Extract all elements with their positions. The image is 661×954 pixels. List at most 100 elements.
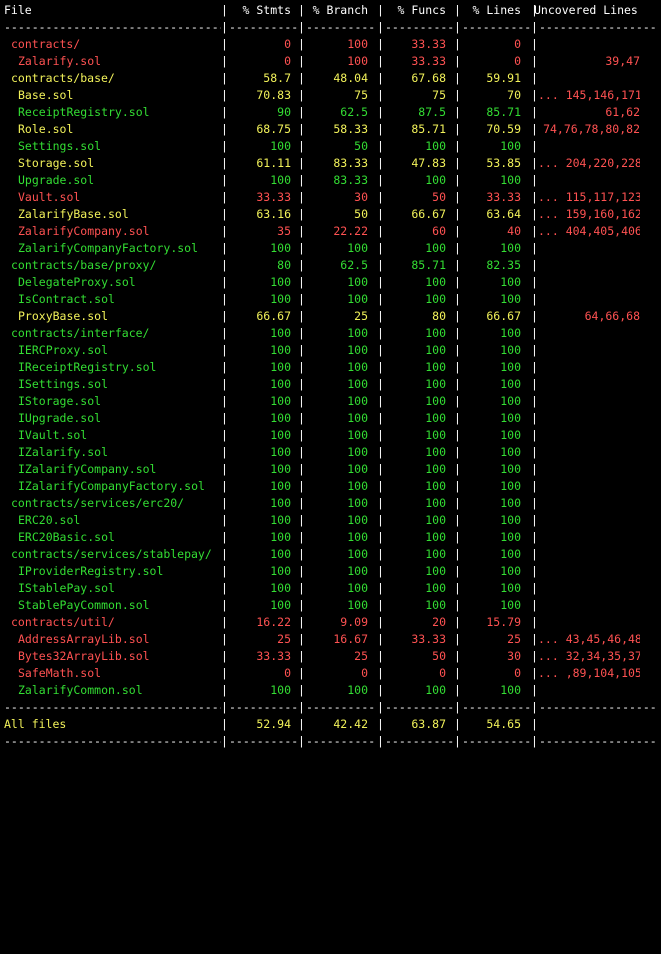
lines-value: 100 xyxy=(500,326,521,340)
file-name: ERC20Basic.sol xyxy=(18,530,115,544)
file-row: SafeMath.sol | 0 | 0 | 0 | 0 |... ,89,104,105 xyxy=(0,665,661,682)
file-row: ZalarifyBase.sol | 63.16 | 50 | 66.67 | 63.64 |..… xyxy=(0,206,661,223)
uncovered-lines xyxy=(538,342,640,359)
funcs-value: 100 xyxy=(425,411,446,425)
funcs-value: 100 xyxy=(425,479,446,493)
folder-row: contracts/base/proxy/| 80 | 62.5 | 85.71 | 82.3… xyxy=(0,257,661,274)
folder-row: contracts/interface/| 100 | 100 | 100 | 100 | xyxy=(0,325,661,342)
uncovered-lines xyxy=(538,597,640,614)
funcs-value: 100 xyxy=(425,377,446,391)
lines-value: 25 xyxy=(507,632,521,646)
branch-value: 100 xyxy=(347,394,368,408)
branch-value: 30 xyxy=(354,190,368,204)
file-name: IZalarify.sol xyxy=(18,445,109,459)
column-separator: | xyxy=(454,734,461,748)
stmts-value: 100 xyxy=(270,139,291,153)
file-name: ZalarifyBase.sol xyxy=(18,207,129,221)
lines-value: 0 xyxy=(514,37,521,51)
file-row: IVault.sol | 100 | 100 | 100 | 100 | xyxy=(0,427,661,444)
stmts-value: 33.33 xyxy=(256,190,291,204)
lines-value: 100 xyxy=(500,530,521,544)
file-name: ERC20.sol xyxy=(18,513,81,527)
lines-value: 100 xyxy=(500,683,521,697)
lines-value: 100 xyxy=(500,462,521,476)
file-name: AddressArrayLib.sol xyxy=(18,632,150,646)
branch-value: 0 xyxy=(361,666,368,680)
uncovered-lines: 39,47 xyxy=(605,54,640,68)
branch-value: 25 xyxy=(354,649,368,663)
stmts-value: 100 xyxy=(270,683,291,697)
uncovered-lines: 74,76,78,80,82 xyxy=(543,122,640,136)
funcs-value: 100 xyxy=(425,564,446,578)
funcs-value: 100 xyxy=(425,360,446,374)
stmts-value: 100 xyxy=(270,241,291,255)
file-name: Role.sol xyxy=(18,122,74,136)
funcs-value: 80 xyxy=(432,309,446,323)
separator-dashes: ---------- xyxy=(462,20,530,34)
file-name: Vault.sol xyxy=(18,190,81,204)
uncovered-lines xyxy=(538,478,640,495)
funcs-value: 100 xyxy=(425,547,446,561)
uncovered-lines xyxy=(538,359,640,376)
uncovered-lines xyxy=(538,614,640,631)
branch-value: 83.33 xyxy=(333,156,368,170)
branch-value: 48.04 xyxy=(333,71,368,85)
lines-value: 15.79 xyxy=(486,615,521,629)
uncovered-lines xyxy=(538,682,640,699)
folder-row: contracts/services/stablepay/| 100 | 100 | 10… xyxy=(0,546,661,563)
stmts-value: 100 xyxy=(270,173,291,187)
funcs-value: 67.68 xyxy=(411,71,446,85)
uncovered-lines xyxy=(538,444,640,461)
lines-value: 100 xyxy=(500,479,521,493)
column-separator: | xyxy=(221,700,228,714)
header-lines: % Lines xyxy=(472,3,521,17)
total-stmts: 52.94 xyxy=(256,717,291,731)
stmts-value: 100 xyxy=(270,292,291,306)
file-row: IZalarifyCompanyFactory.sol | 100 | 100 | 100 |… xyxy=(0,478,661,495)
uncovered-lines: ... 145,146,171 xyxy=(538,88,640,102)
uncovered-lines xyxy=(538,376,640,393)
uncovered-lines: ... 204,220,228 xyxy=(538,156,640,170)
file-name: SafeMath.sol xyxy=(18,666,102,680)
separator-dashes: ---------- xyxy=(229,700,297,714)
funcs-value: 33.33 xyxy=(411,37,446,51)
file-row: IZalarify.sol | 100 | 100 | 100 | 100 | xyxy=(0,444,661,461)
stmts-value: 58.7 xyxy=(263,71,291,85)
file-name: Settings.sol xyxy=(18,139,102,153)
funcs-value: 100 xyxy=(425,496,446,510)
column-separator: | xyxy=(221,20,228,34)
file-row: IReceiptRegistry.sol | 100 | 100 | 100 | 100 | xyxy=(0,359,661,376)
lines-value: 100 xyxy=(500,275,521,289)
lines-value: 100 xyxy=(500,428,521,442)
branch-value: 100 xyxy=(347,275,368,289)
branch-value: 100 xyxy=(347,343,368,357)
total-uncovered xyxy=(538,716,640,733)
lines-value: 100 xyxy=(500,513,521,527)
stmts-value: 100 xyxy=(270,513,291,527)
funcs-value: 75 xyxy=(432,88,446,102)
file-name: Bytes32ArrayLib.sol xyxy=(18,649,150,663)
uncovered-lines xyxy=(538,546,640,563)
stmts-value: 61.11 xyxy=(256,156,291,170)
table-body: contracts/| 0 | 100 | 33.33 | 0 | Zalarify.sol | 0 |… xyxy=(0,36,661,699)
column-separator: | xyxy=(531,734,538,748)
column-separator: | xyxy=(454,20,461,34)
file-row: IStablePay.sol | 100 | 100 | 100 | 100 | xyxy=(0,580,661,597)
stmts-value: 100 xyxy=(270,411,291,425)
separator-dashes: ----------------------------------- xyxy=(4,20,221,34)
branch-value: 83.33 xyxy=(333,173,368,187)
uncovered-lines: 64,66,68 xyxy=(584,309,640,323)
file-row: AddressArrayLib.sol | 25 | 16.67 | 33.33 | 25 |..… xyxy=(0,631,661,648)
stmts-value: 68.75 xyxy=(256,122,291,136)
file-name: ZalarifyCompanyFactory.sol xyxy=(18,241,199,255)
branch-value: 100 xyxy=(347,37,368,51)
table-header: File | % Stmts | % Branch | % Funcs | % … xyxy=(0,2,661,19)
total-row: All files | 52.94 | 42.42 | 63.87 | 54.6… xyxy=(0,716,661,733)
file-row: StablePayCommon.sol | 100 | 100 | 100 | 100 | xyxy=(0,597,661,614)
lines-value: 100 xyxy=(500,547,521,561)
lines-value: 100 xyxy=(500,598,521,612)
funcs-value: 50 xyxy=(432,190,446,204)
file-row: Role.sol | 68.75 | 58.33 | 85.71 | 70.59 | 74,76,7… xyxy=(0,121,661,138)
branch-value: 100 xyxy=(347,428,368,442)
file-name: IStablePay.sol xyxy=(18,581,115,595)
